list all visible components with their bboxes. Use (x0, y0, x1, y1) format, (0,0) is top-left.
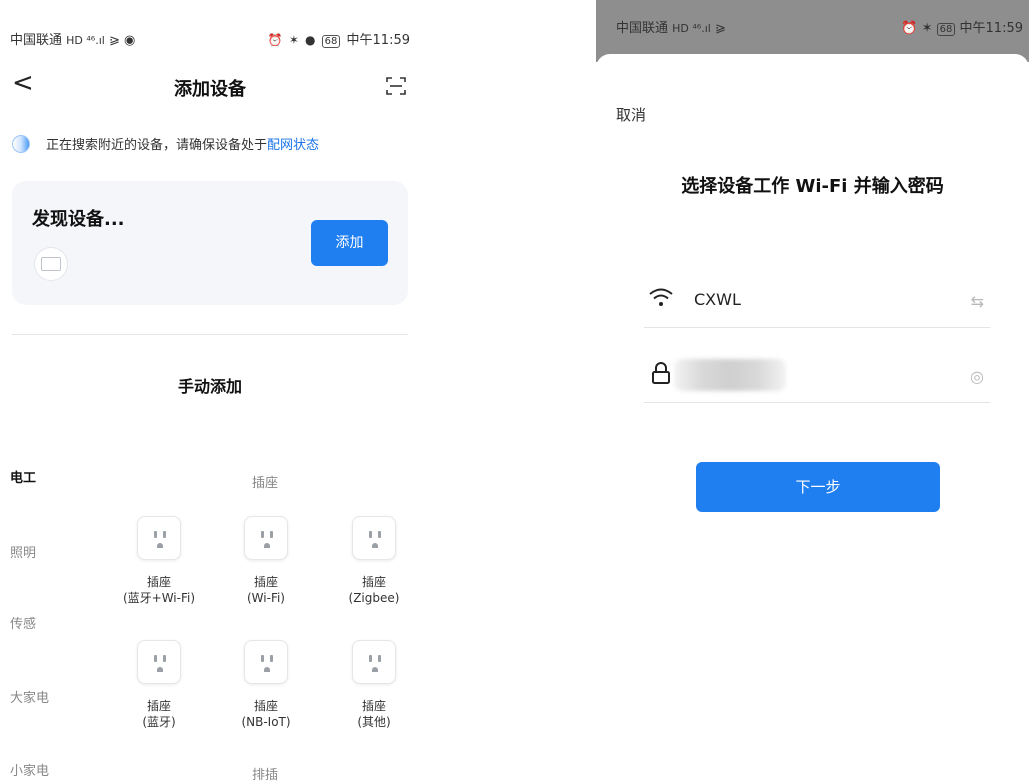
clock-time: 中午11:59 (346, 33, 410, 48)
category-lighting[interactable]: 照明 (10, 542, 36, 561)
add-device-screen: 中国联通 HD ⁴⁶.ıl ⪀ ◉ ⏰ ✶ ● 68 中午11:59 < 添加设… (0, 0, 420, 782)
category-electrical[interactable]: 电工 (10, 467, 36, 486)
signal-icon: HD ⁴⁶.ıl (672, 22, 711, 35)
bluetooth-icon: ✶ (288, 33, 299, 47)
device-tile[interactable]: 插座 (Zigbee) (329, 516, 419, 606)
wifi-icon: ⪀ (108, 33, 120, 48)
device-tile[interactable]: 插座 (NB-IoT) (221, 640, 311, 730)
socket-icon (244, 640, 288, 684)
socket-icon (352, 640, 396, 684)
password-row[interactable]: ◎ (644, 349, 990, 403)
sheet-title: 选择设备工作 Wi-Fi 并输入密码 (681, 176, 944, 197)
location-pin-icon: ● (305, 33, 316, 47)
category-sensors[interactable]: 传感 (10, 613, 36, 632)
manual-add-title: 手动添加 (177, 377, 242, 396)
wifi-ssid: CXWL (694, 290, 741, 309)
device-tile[interactable]: 插座 (蓝牙+Wi-Fi) (114, 516, 204, 606)
wifi-icon: ⪀ (714, 21, 726, 36)
scan-icon[interactable] (386, 76, 406, 96)
bluetooth-icon: ✶ (921, 21, 933, 36)
section-title-sockets: 插座 (251, 476, 278, 491)
alarm-icon: ⏰ (267, 33, 283, 47)
password-field[interactable] (674, 359, 786, 391)
found-devices-title: 发现设备... (32, 209, 125, 230)
device-tile[interactable]: 插座 (Wi-Fi) (221, 516, 311, 606)
category-small-appliances[interactable]: 小家电 (10, 760, 49, 779)
page-title: 添加设备 (174, 79, 246, 100)
device-icon (41, 257, 61, 271)
pairing-mode-link[interactable]: 配网状态 (267, 134, 319, 153)
device-tile[interactable]: 插座 (蓝牙) (114, 640, 204, 730)
found-device-thumbnail[interactable] (34, 247, 68, 281)
add-button[interactable]: 添加 (311, 220, 388, 266)
show-password-icon[interactable]: ◎ (970, 367, 984, 386)
wifi-setup-screen: 中国联通 HD ⁴⁶.ıl ⪀ ⏰ ✶ 68 中午11:59 取消 选择设备工作… (596, 0, 1029, 782)
location-icon: ◉ (124, 33, 136, 48)
tip-text: 正在搜索附近的设备，请确保设备处于 (46, 138, 268, 153)
bottom-sheet: 取消 选择设备工作 Wi-Fi 并输入密码 CXWL ⇆ ◎ 下一步 (596, 54, 1029, 782)
category-large-appliances[interactable]: 大家电 (10, 687, 49, 706)
signal-icon: HD ⁴⁶.ıl (66, 34, 105, 47)
carrier-name: 中国联通 (616, 21, 669, 36)
socket-icon (137, 640, 181, 684)
clock-time: 中午11:59 (959, 21, 1023, 36)
battery-icon: 68 (321, 35, 341, 48)
wifi-icon (649, 288, 673, 306)
lock-icon (652, 362, 670, 384)
socket-icon (352, 516, 396, 560)
carrier-name: 中国联通 (10, 33, 63, 48)
searching-spinner-icon (12, 134, 30, 153)
socket-icon (137, 516, 181, 560)
found-devices-card: 发现设备... 添加 (12, 181, 408, 305)
cancel-button[interactable]: 取消 (616, 104, 646, 125)
section-title-power-strips: 排插 (251, 768, 278, 782)
status-bar: 中国联通 HD ⁴⁶.ıl ⪀ ◉ ⏰ ✶ ● 68 中午11:59 (0, 0, 420, 48)
next-button[interactable]: 下一步 (696, 462, 940, 512)
device-tile[interactable]: 插座 (其他) (329, 640, 419, 730)
alarm-icon: ⏰ (901, 21, 918, 36)
switch-network-icon[interactable]: ⇆ (971, 292, 984, 311)
search-tip: 正在搜索附近的设备，请确保设备处于 配网状态 (12, 134, 319, 153)
socket-icon (244, 516, 288, 560)
divider (12, 334, 408, 335)
nav-bar: < 添加设备 (0, 66, 420, 106)
battery-icon: 68 (936, 23, 956, 36)
wifi-network-row[interactable]: CXWL ⇆ (644, 274, 990, 328)
